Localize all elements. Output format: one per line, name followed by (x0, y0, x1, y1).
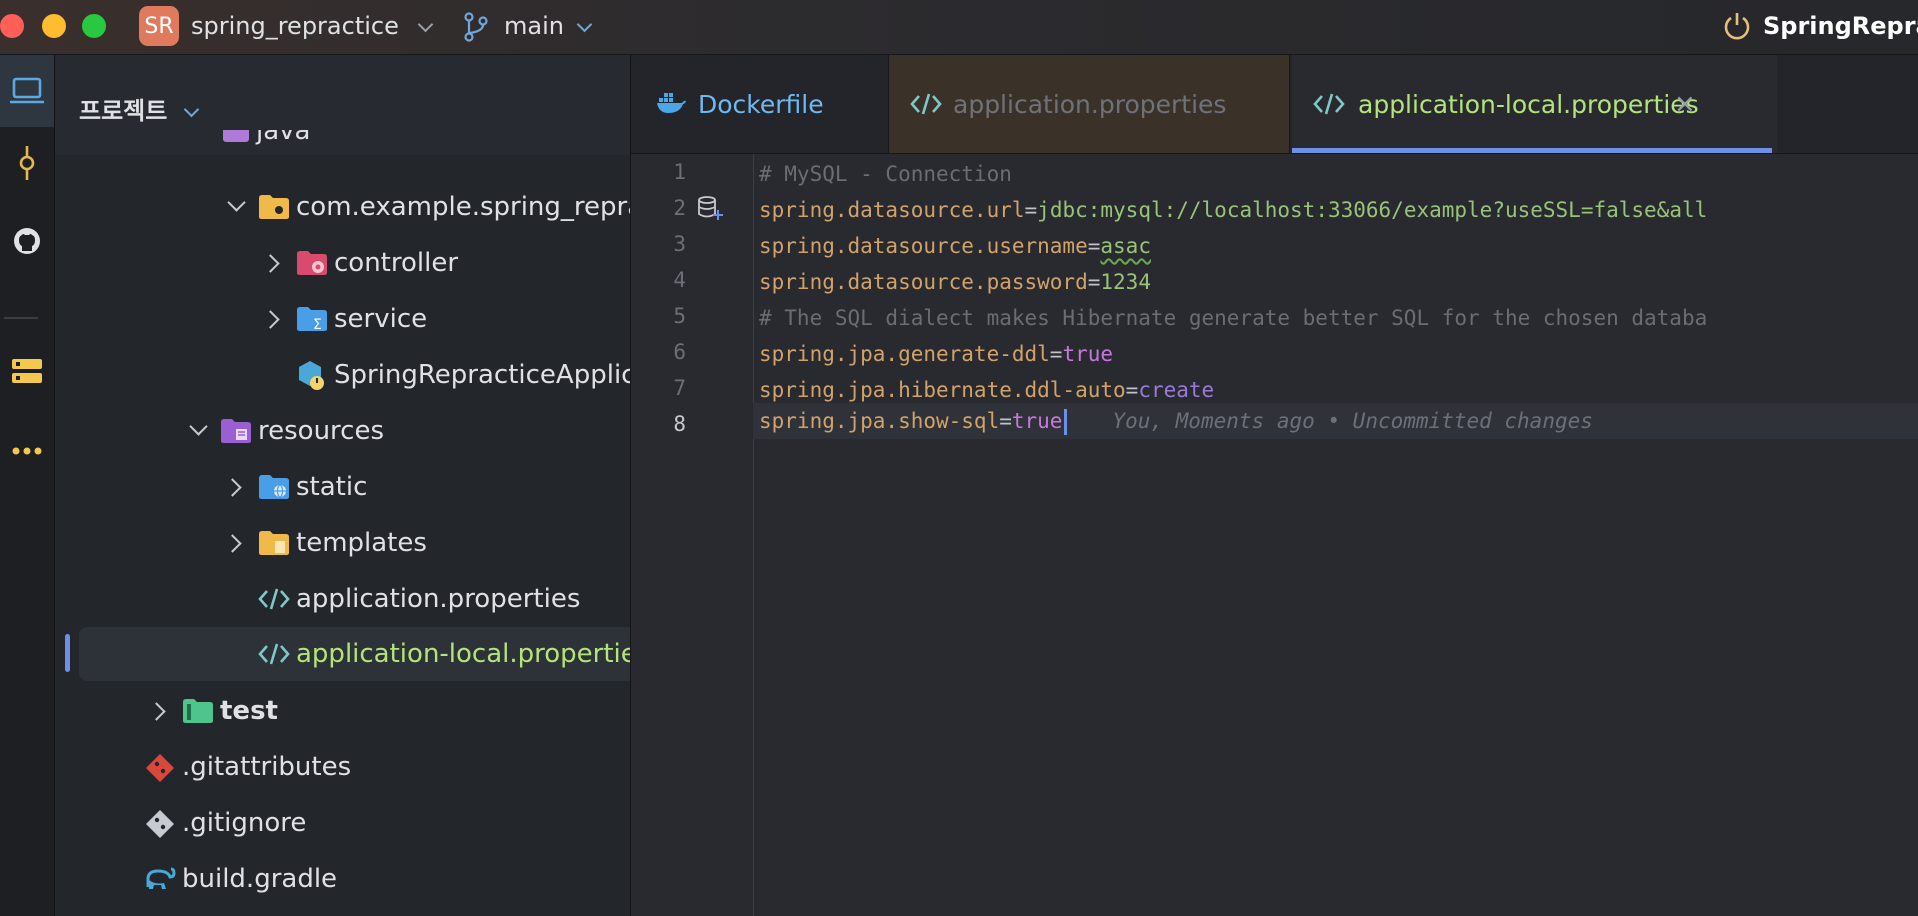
properties-file-icon (910, 93, 942, 115)
more-tools-button[interactable] (0, 415, 54, 487)
code-line-5[interactable]: # The SQL dialect makes Hibernate genera… (759, 300, 1707, 336)
properties-file-icon (258, 588, 290, 610)
controller-folder-icon (297, 251, 327, 275)
svg-text:Σ: Σ (313, 317, 322, 332)
package-folder-icon (259, 195, 289, 219)
tree-item-service[interactable]: Σ service (55, 292, 630, 346)
line-number-gutter: 1 2 3 4 5 6 7 8 (631, 154, 754, 916)
title-bar: SR spring_repractice main SpringRepra (0, 0, 1918, 55)
run-configuration[interactable]: SpringRepra (1763, 11, 1918, 41)
project-view-button[interactable] (0, 55, 54, 127)
test-folder-icon (183, 699, 213, 723)
gitignore-file-icon (146, 810, 174, 838)
tree-item-application-local-properties[interactable]: application-local.propertie (79, 627, 630, 681)
services-view-button[interactable] (0, 335, 54, 407)
divider (4, 317, 38, 319)
code-line-1[interactable]: # MySQL - Connection (759, 156, 1012, 192)
code-line-6[interactable]: spring.jpa.generate-ddl=true (759, 336, 1113, 372)
code-line-8[interactable]: spring.jpa.show-sql=true You, Moments ago… (759, 403, 1593, 439)
git-file-icon (146, 754, 174, 782)
chevron-down-icon[interactable] (417, 16, 434, 33)
chevron-right-icon[interactable] (261, 254, 280, 273)
more-icon (12, 447, 42, 455)
github-view-button[interactable] (0, 205, 54, 277)
editor-tab-bar: Dockerfile application.properties applic… (631, 55, 1918, 154)
code-line-3[interactable]: spring.datasource.username=asac (759, 228, 1151, 264)
close-tab-icon[interactable]: × (1674, 89, 1696, 119)
tree-item-build-gradle[interactable]: build.gradle (55, 852, 630, 906)
tree-item-package[interactable]: com.example.spring_repra (55, 180, 630, 234)
chevron-down-icon[interactable] (576, 16, 593, 33)
chevron-right-icon[interactable] (223, 478, 242, 497)
code-line-4[interactable]: spring.datasource.password=1234 (759, 264, 1151, 300)
tree-item-templates[interactable]: templates (55, 516, 630, 570)
web-folder-icon (259, 475, 289, 499)
services-icon (12, 359, 42, 383)
project-panel-title[interactable]: 프로젝트 (79, 91, 167, 126)
tree-item-application-properties[interactable]: application.properties (55, 572, 630, 626)
tree-item-controller[interactable]: controller (55, 236, 630, 290)
templates-folder-icon (259, 531, 289, 555)
code-line-2[interactable]: spring.datasource.url=jdbc:mysql://local… (759, 192, 1707, 228)
line-number: 1 (673, 160, 686, 184)
active-tab-indicator (1292, 148, 1772, 153)
zoom-window-button[interactable] (82, 14, 106, 38)
tree-item-static[interactable]: static (55, 460, 630, 514)
line-number: 6 (673, 340, 686, 364)
project-tree-panel: 프로젝트 java com.example.spring_repra contr… (55, 55, 631, 916)
tab-dockerfile[interactable]: Dockerfile (631, 55, 889, 153)
power-icon[interactable] (1722, 11, 1752, 41)
text-cursor (1064, 409, 1068, 435)
chevron-down-icon[interactable] (227, 193, 246, 212)
properties-file-icon (258, 643, 290, 665)
branch-icon (464, 12, 488, 42)
tree-item-resources[interactable]: resources (55, 404, 630, 458)
laptop-icon (10, 77, 44, 104)
chevron-down-icon[interactable] (189, 417, 208, 436)
line-number: 2 (673, 196, 686, 220)
commit-icon (19, 146, 35, 180)
tab-application-local-properties[interactable]: application-local.properties × (1292, 55, 1777, 153)
chevron-right-icon[interactable] (147, 702, 166, 721)
chevron-right-icon[interactable] (261, 310, 280, 329)
properties-file-icon (1313, 93, 1345, 115)
line-number: 5 (673, 304, 686, 328)
branch-selector[interactable]: main (504, 11, 564, 41)
tab-application-properties[interactable]: application.properties (889, 55, 1290, 153)
tree-item-gitattributes[interactable]: .gitattributes (55, 740, 630, 794)
docker-icon (657, 93, 686, 113)
commit-view-button[interactable] (0, 127, 54, 199)
github-icon (14, 228, 40, 254)
database-gutter-icon[interactable] (697, 195, 723, 221)
resources-folder-icon (221, 419, 251, 443)
tree-item-application-class[interactable]: SpringRepracticeApplica (55, 348, 630, 402)
tree-item-gitignore[interactable]: .gitignore (55, 796, 630, 850)
inline-blame: You, Moments ago • Uncommitted changes (1112, 409, 1593, 433)
tree-item-test[interactable]: test (55, 684, 630, 738)
line-number: 4 (673, 268, 686, 292)
chevron-right-icon[interactable] (223, 534, 242, 553)
gradle-elephant-icon (146, 867, 176, 889)
line-number: 8 (673, 412, 686, 436)
chevron-down-icon[interactable] (183, 101, 200, 118)
editor-area: Dockerfile application.properties applic… (631, 55, 1918, 916)
minimize-window-button[interactable] (42, 14, 66, 38)
line-number: 7 (673, 376, 686, 400)
close-window-button[interactable] (0, 14, 24, 38)
folder-icon (223, 130, 249, 142)
spring-boot-class-icon (299, 361, 324, 390)
project-selector[interactable]: spring_repractice (191, 11, 399, 41)
line-number: 3 (673, 232, 686, 256)
project-avatar[interactable]: SR (139, 6, 179, 46)
service-folder-icon: Σ (297, 307, 327, 332)
change-marker (65, 634, 70, 672)
activity-bar (0, 55, 55, 916)
